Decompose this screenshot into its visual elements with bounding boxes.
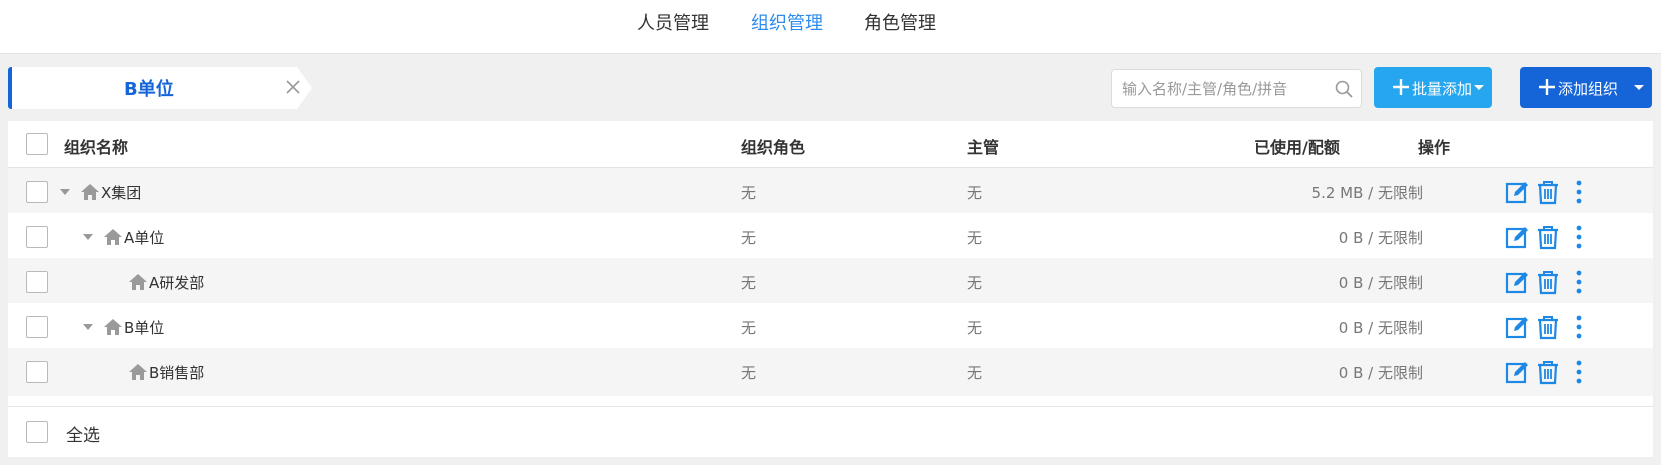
table-header: 组织名称 组织角色 主管 已使用/配额 操作 <box>8 121 1653 168</box>
home-icon <box>128 273 148 291</box>
tab-roles[interactable]: 角色管理 <box>864 10 936 38</box>
org-role: 无 <box>741 319 757 337</box>
breadcrumb-label: B单位 <box>124 79 174 100</box>
row-checkbox[interactable] <box>26 181 48 203</box>
org-manager: 无 <box>967 229 983 247</box>
edit-icon[interactable] <box>1504 358 1530 386</box>
org-manager: 无 <box>967 274 983 292</box>
org-name: B单位 <box>124 318 165 337</box>
org-usage: 0 B / 无限制 <box>1338 364 1423 382</box>
edit-icon[interactable] <box>1504 178 1530 206</box>
row-checkbox[interactable] <box>26 316 48 338</box>
select-all-label: 全选 <box>66 426 100 446</box>
expand-arrow-icon[interactable] <box>83 234 93 240</box>
edit-icon[interactable] <box>1504 223 1530 251</box>
batch-add-label: 批量添加 <box>1412 80 1473 98</box>
table-row[interactable]: A研发部 无 无 0 B / 无限制 <box>8 258 1653 306</box>
org-name-cell: A研发部 <box>128 271 204 293</box>
org-name-cell: B单位 <box>83 316 164 338</box>
table-row[interactable]: B销售部 无 无 0 B / 无限制 <box>8 348 1653 396</box>
caret-down-icon <box>1634 85 1644 90</box>
table-row[interactable]: B单位 无 无 0 B / 无限制 <box>8 303 1653 351</box>
row-checkbox[interactable] <box>26 361 48 383</box>
org-name: B销售部 <box>149 363 205 382</box>
more-vertical-icon[interactable] <box>1566 268 1592 296</box>
trash-icon[interactable] <box>1535 223 1561 251</box>
org-name-cell: A单位 <box>83 226 164 248</box>
top-nav: 人员管理 组织管理 角色管理 <box>0 0 1661 54</box>
home-icon <box>103 228 123 246</box>
org-usage: 0 B / 无限制 <box>1338 274 1423 292</box>
organization-table: 组织名称 组织角色 主管 已使用/配额 操作 X集团无无 5.2 MB / 无限制… <box>8 121 1653 457</box>
trash-icon[interactable] <box>1535 268 1561 296</box>
home-icon <box>128 363 148 381</box>
org-name-cell: X集团 <box>60 181 141 203</box>
org-manager: 无 <box>967 319 983 337</box>
add-organization-button[interactable]: 添加组织 <box>1520 67 1652 108</box>
more-vertical-icon[interactable] <box>1566 358 1592 386</box>
tab-personnel[interactable]: 人员管理 <box>637 10 709 38</box>
header-usage: 已使用/配额 <box>1254 138 1340 157</box>
org-usage: 5.2 MB / 无限制 <box>1311 184 1423 202</box>
plus-icon <box>1538 78 1556 96</box>
batch-add-button[interactable]: 批量添加 <box>1374 67 1492 108</box>
edit-icon[interactable] <box>1504 268 1530 296</box>
table-row[interactable]: X集团 无 无 5.2 MB / 无限制 <box>8 168 1653 216</box>
more-vertical-icon[interactable] <box>1566 313 1592 341</box>
org-role: 无 <box>741 184 757 202</box>
header-ops: 操作 <box>1418 138 1451 157</box>
search-icon[interactable] <box>1334 79 1354 99</box>
org-name: A研发部 <box>149 273 205 292</box>
table-footer: 全选 <box>8 406 1653 457</box>
breadcrumb-accent <box>8 67 12 109</box>
org-role: 无 <box>741 274 757 292</box>
table-row[interactable]: A单位 无 无 0 B / 无限制 <box>8 213 1653 261</box>
edit-icon[interactable] <box>1504 313 1530 341</box>
row-checkbox[interactable] <box>26 226 48 248</box>
select-all-header-checkbox[interactable] <box>26 133 48 155</box>
search-input[interactable] <box>1122 78 1322 100</box>
expand-arrow-icon[interactable] <box>60 189 70 195</box>
search-box <box>1111 69 1362 108</box>
org-role: 无 <box>741 229 757 247</box>
more-vertical-icon[interactable] <box>1566 223 1592 251</box>
org-name-cell: B销售部 <box>128 361 204 383</box>
add-organization-label: 添加组织 <box>1558 80 1619 98</box>
caret-down-icon <box>1474 85 1484 90</box>
row-checkbox[interactable] <box>26 271 48 293</box>
org-manager: 无 <box>967 184 983 202</box>
tab-organization[interactable]: 组织管理 <box>751 10 823 38</box>
expand-arrow-icon[interactable] <box>83 324 93 330</box>
select-all-checkbox[interactable] <box>26 421 48 443</box>
plus-icon <box>1392 78 1410 96</box>
org-usage: 0 B / 无限制 <box>1338 319 1423 337</box>
trash-icon[interactable] <box>1535 358 1561 386</box>
breadcrumb-tab[interactable]: B单位 <box>8 67 315 109</box>
trash-icon[interactable] <box>1535 178 1561 206</box>
org-name: X集团 <box>101 183 142 202</box>
home-icon <box>80 183 100 201</box>
trash-icon[interactable] <box>1535 313 1561 341</box>
more-vertical-icon[interactable] <box>1566 178 1592 206</box>
org-usage: 0 B / 无限制 <box>1338 229 1423 247</box>
header-name: 组织名称 <box>64 138 129 157</box>
header-manager: 主管 <box>967 138 1000 157</box>
header-role: 组织角色 <box>741 138 806 157</box>
org-role: 无 <box>741 364 757 382</box>
org-name: A单位 <box>124 228 165 247</box>
close-icon[interactable] <box>283 77 303 97</box>
home-icon <box>103 318 123 336</box>
org-manager: 无 <box>967 364 983 382</box>
